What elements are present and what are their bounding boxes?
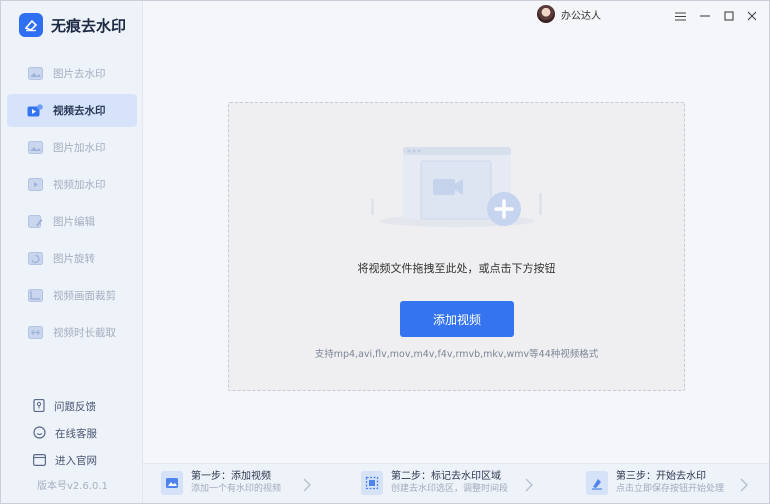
feedback-link[interactable]: 问题反馈 [33, 393, 97, 420]
chevron-right-icon [302, 477, 312, 493]
support-icon [33, 424, 46, 443]
user-account[interactable]: 办公达人 [537, 5, 601, 23]
maximize-button[interactable] [720, 6, 738, 24]
version-label: 版本号v2.6.0.1 [37, 481, 108, 492]
close-icon [747, 6, 757, 25]
chevron-right-icon [739, 477, 749, 493]
supported-formats-text: 支持mp4,avi,flv,mov,m4v,f4v,rmvb,mkv,wmv等4… [314, 349, 599, 360]
step-three: 第三步：开始去水印 点击立即保存按钮开始处理 [586, 470, 724, 496]
video-drop-zone[interactable]: 将视频文件拖拽至此处，或点击下方按钮 添加视频 支持mp4,avi,flv,mo… [228, 102, 685, 391]
website-link[interactable]: 进入官网 [33, 447, 97, 474]
chevron-right-icon [524, 477, 534, 493]
start-remove-step-icon [586, 471, 608, 495]
minimize-button[interactable] [696, 6, 714, 24]
video-crop-icon [27, 289, 43, 303]
step-one: 第一步：添加视频 添加一个有水印的视频 [161, 470, 281, 496]
sidebar-nav: 图片去水印 视频去水印 图片加水印 视频加水印 图片编辑 图片旋转 视频画面裁剪… [7, 57, 137, 353]
eraser-logo-icon [19, 13, 43, 37]
video-trim-icon [27, 326, 43, 340]
video-upload-illustration-icon [369, 141, 549, 231]
step-two: 第二步：标记去水印区域 创建去水印选区，调整时间段 [361, 470, 508, 496]
sidebar: 无痕去水印 图片去水印 视频去水印 图片加水印 视频加水印 图片编辑 图片旋转 … [1, 1, 143, 503]
add-video-step-icon [161, 471, 183, 495]
close-button[interactable] [743, 6, 761, 24]
maximize-icon [724, 6, 734, 25]
app-title: 无痕去水印 [51, 16, 127, 35]
sidebar-links: 问题反馈 在线客服 进入官网 [33, 393, 97, 474]
hamburger-menu-icon [674, 6, 686, 25]
title-bar: 办公达人 [143, 1, 769, 29]
add-video-button[interactable]: 添加视频 [400, 301, 514, 337]
sidebar-item-video-crop[interactable]: 视频画面裁剪 [7, 279, 137, 312]
sidebar-item-video-trim[interactable]: 视频时长截取 [7, 316, 137, 349]
sidebar-item-image-edit[interactable]: 图片编辑 [7, 205, 137, 238]
app-window: 无痕去水印 图片去水印 视频去水印 图片加水印 视频加水印 图片编辑 图片旋转 … [0, 0, 770, 504]
mark-area-step-icon [361, 471, 383, 495]
image-rotate-icon [27, 252, 43, 266]
app-logo: 无痕去水印 [19, 13, 126, 37]
sidebar-item-image-rotate[interactable]: 图片旋转 [7, 242, 137, 275]
sidebar-item-image-add-watermark[interactable]: 图片加水印 [7, 131, 137, 164]
image-edit-icon [27, 215, 43, 229]
image-icon [27, 67, 43, 81]
user-name: 办公达人 [561, 10, 601, 22]
sidebar-item-video-remove-watermark[interactable]: 视频去水印 [7, 94, 137, 127]
image-add-icon [27, 141, 43, 155]
website-icon [33, 451, 47, 470]
avatar [537, 5, 555, 23]
menu-button[interactable] [671, 6, 689, 24]
steps-bar: 第一步：添加视频 添加一个有水印的视频 第二步：标记去水印区域 创建去水印选区，… [143, 463, 769, 503]
support-link[interactable]: 在线客服 [33, 420, 97, 447]
sidebar-item-video-add-watermark[interactable]: 视频加水印 [7, 168, 137, 201]
video-icon [27, 103, 43, 118]
sidebar-item-image-remove-watermark[interactable]: 图片去水印 [7, 57, 137, 90]
minimize-icon [700, 6, 710, 25]
feedback-icon [33, 397, 45, 416]
video-add-icon [27, 178, 43, 192]
drop-hint-text: 将视频文件拖拽至此处，或点击下方按钮 [357, 262, 556, 275]
